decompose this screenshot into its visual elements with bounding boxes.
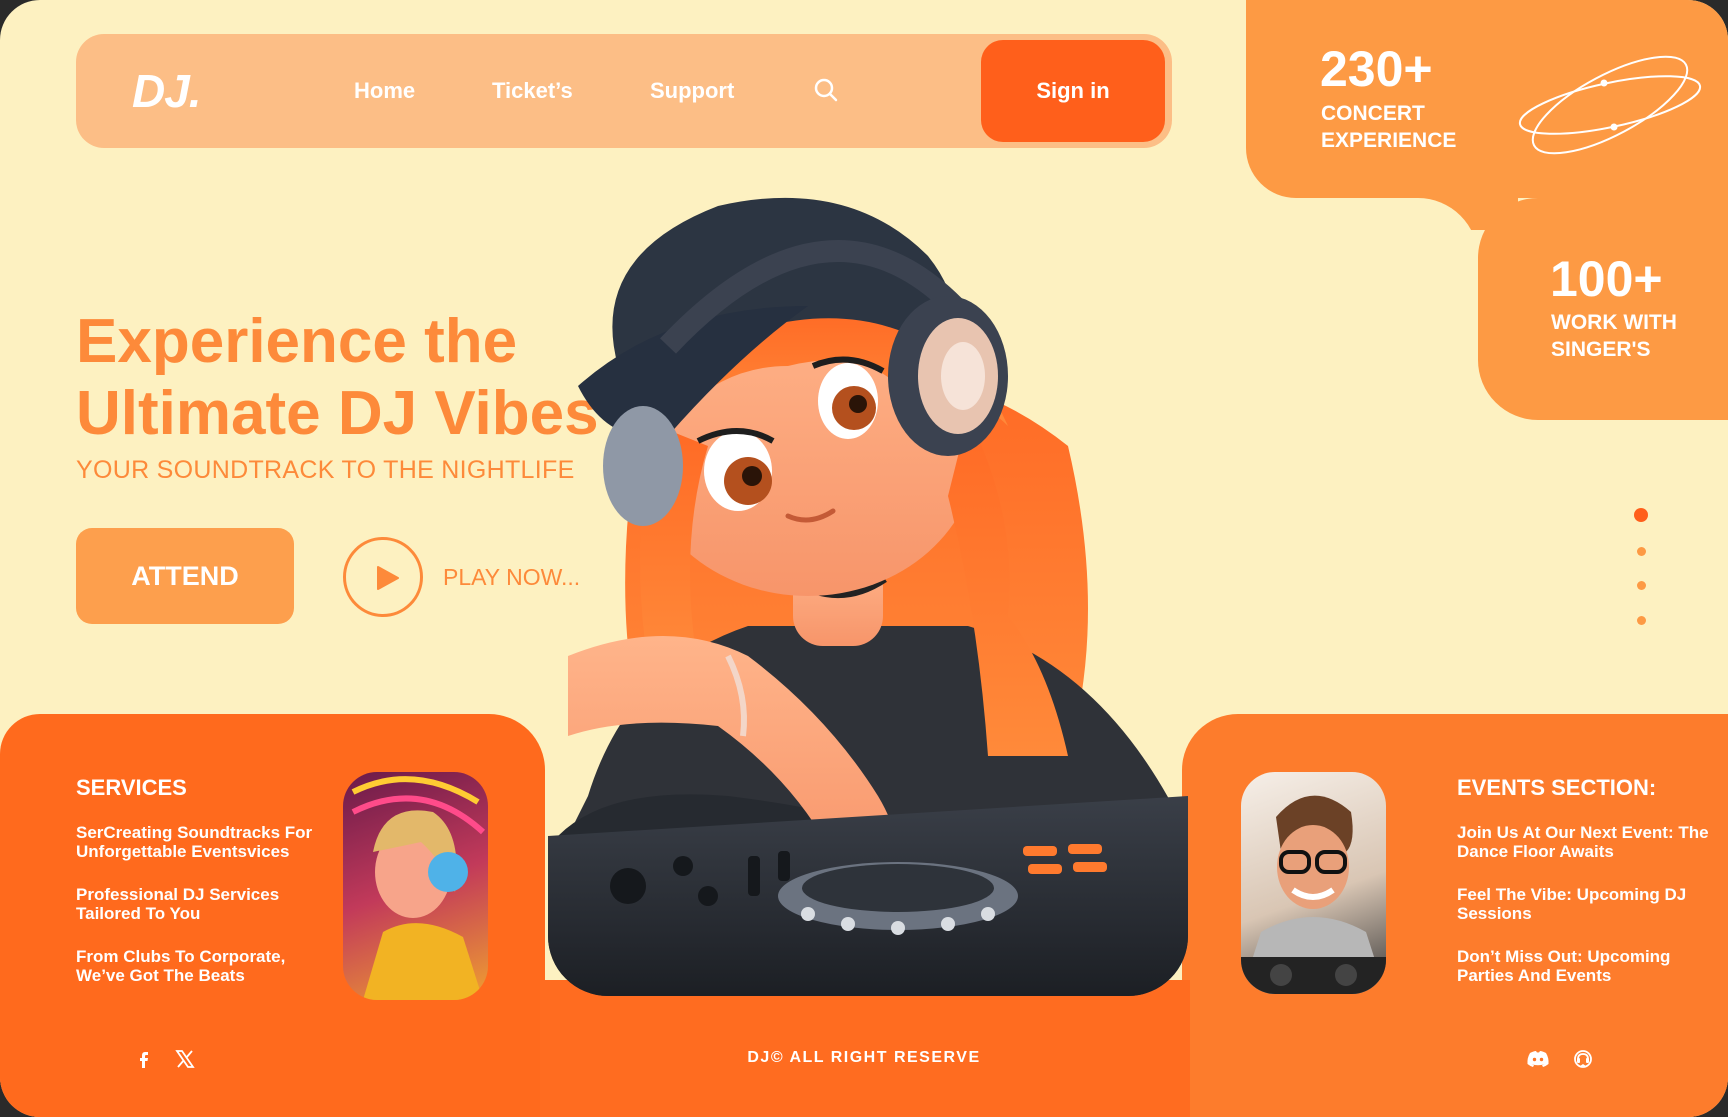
events-item-line: Dance Floor Awaits [1457,842,1614,861]
orbit-icon [1518,55,1702,155]
services-item[interactable]: From Clubs To Corporate, We’ve Got The B… [76,947,336,985]
services-item[interactable]: Professional DJ Services Tailored To You [76,885,336,923]
events-item[interactable]: Feel The Vibe: Upcoming DJ Sessions [1457,885,1727,923]
events-item-line: Don’t Miss Out: Upcoming [1457,947,1671,966]
support-chat-icon[interactable] [1572,1048,1594,1070]
services-item-line: Professional DJ Services [76,885,280,904]
search-icon[interactable] [812,76,840,104]
stat-label-singers-2: SINGER'S [1551,338,1651,361]
services-item-line: We’ve Got The Beats [76,966,245,985]
stat-label-singers-1: WORK WITH [1551,311,1677,334]
nav-tickets[interactable]: Ticket’s [492,78,573,104]
hero-title-line1: Experience the [76,307,518,376]
events-item-line: Parties And Events [1457,966,1612,985]
hero-subtitle: YOUR SOUNDTRACK TO THE NIGHTLIFE [76,456,575,484]
slider-dot-4[interactable] [1637,616,1646,625]
slider-dot-3[interactable] [1637,581,1646,590]
stat-value-singers: 100+ [1550,251,1663,307]
nav-support[interactable]: Support [650,78,734,104]
services-item-line: From Clubs To Corporate, [76,947,286,966]
services-item[interactable]: SerCreating Soundtracks For Unforgettabl… [76,823,336,861]
slider-dot-1[interactable] [1634,508,1648,522]
events-item-line: Sessions [1457,904,1532,923]
stat-label-concerts-1: CONCERT [1321,102,1425,125]
events-item-line: Feel The Vibe: Upcoming DJ [1457,885,1687,904]
services-title: SERVICES [76,775,187,800]
play-icon [377,566,399,590]
slider-dot-2[interactable] [1637,547,1646,556]
stat-value-concerts: 230+ [1320,41,1433,97]
top-navbar: DJ. Home Ticket’s Support Sign in [76,34,1172,148]
hero-title-line2: Ultimate DJ Vibes [76,379,599,448]
logo[interactable]: DJ. [132,64,202,118]
attend-button[interactable]: ATTEND [76,528,294,624]
events-title: EVENTS SECTION: [1457,775,1657,800]
events-item[interactable]: Don’t Miss Out: Upcoming Parties And Eve… [1457,947,1727,985]
stat-label-concerts-2: EXPERIENCE [1321,129,1457,152]
services-item-line: SerCreating Soundtracks For [76,823,313,842]
footer-copyright: DJ© ALL RIGHT RESERVE [747,1049,981,1066]
events-item-line: Join Us At Our Next Event: The [1457,823,1709,842]
landing-page: DJ. Home Ticket’s Support Sign in 230+ C… [0,0,1728,1117]
signin-button[interactable]: Sign in [981,40,1165,142]
hero-title: Experience the Ultimate DJ Vibes [76,306,599,450]
services-thumbnail[interactable] [343,772,488,1000]
discord-icon[interactable] [1526,1048,1550,1070]
services-item-line: Unforgettable Eventsvices [76,842,290,861]
nav-home[interactable]: Home [354,78,415,104]
dj-man-image [1241,795,1386,994]
stat-cutout [1246,198,1478,420]
events-thumbnail[interactable] [1241,772,1386,994]
services-item-line: Tailored To You [76,904,201,923]
dj-illustration [548,197,1188,996]
play-button[interactable] [343,537,423,617]
singer-woman-image [351,776,486,1000]
events-item[interactable]: Join Us At Our Next Event: The Dance Flo… [1457,823,1727,861]
